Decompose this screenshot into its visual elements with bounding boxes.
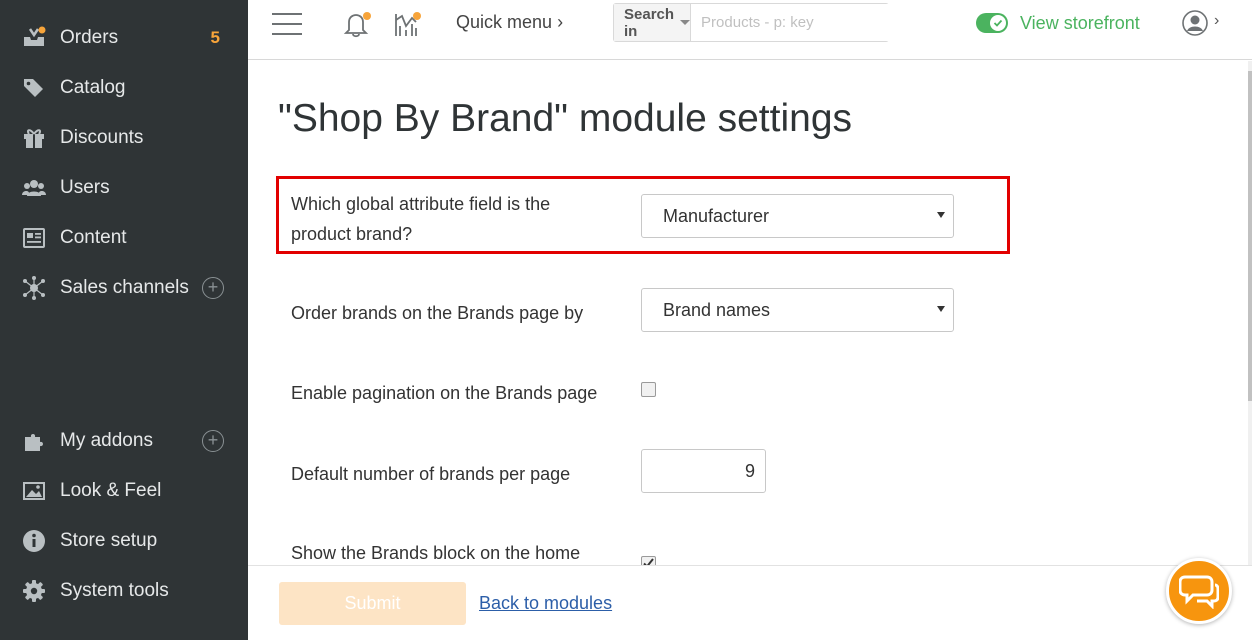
back-to-modules-link[interactable]: Back to modules [479, 593, 612, 614]
sidebar-item-label: Discounts [60, 127, 144, 148]
catalog-icon [22, 76, 46, 100]
sidebar-item-label: Users [60, 177, 110, 198]
network-icon [22, 276, 46, 300]
chevron-right-icon: › [557, 12, 564, 32]
sidebar-item-users[interactable]: Users [0, 163, 248, 213]
info-icon [22, 529, 46, 553]
footer-bar: Submit Back to modules [248, 565, 1252, 640]
chevron-down-icon [680, 20, 691, 25]
home-brands-block-checkbox[interactable] [641, 556, 656, 565]
scrollbar[interactable] [1248, 61, 1252, 565]
pagination-checkbox[interactable] [641, 382, 656, 397]
notifications-bell-icon[interactable] [343, 10, 371, 38]
dropdown-arrow-icon [937, 212, 945, 218]
scrollbar-thumb[interactable] [1248, 71, 1252, 401]
orders-icon [22, 26, 46, 50]
search-input[interactable] [691, 4, 901, 41]
check-icon [990, 15, 1006, 31]
orders-count-badge: 5 [210, 28, 220, 47]
user-profile-icon[interactable] [1182, 10, 1208, 36]
sidebar: Orders 5 Catalog Discounts Users Content… [0, 0, 248, 640]
search-bar: Search in [613, 3, 901, 42]
gear-icon [22, 579, 46, 603]
puzzle-icon [22, 429, 46, 453]
brand-field-select[interactable]: Manufacturer [641, 194, 954, 238]
sidebar-item-catalog[interactable]: Catalog [0, 63, 248, 113]
chat-button[interactable] [1166, 558, 1232, 624]
sidebar-item-label: Orders [60, 27, 119, 48]
sidebar-item-discounts[interactable]: Discounts [0, 113, 248, 163]
chevron-right-icon[interactable]: › [1214, 12, 1219, 30]
add-addon-icon[interactable]: + [202, 430, 224, 452]
gift-icon [22, 126, 46, 150]
submit-button[interactable]: Submit [279, 582, 466, 625]
sidebar-item-store-setup[interactable]: Store setup [0, 516, 248, 566]
order-brands-label: Order brands on the Brands page by [291, 303, 584, 323]
brand-field-label: Which global attribute field is the prod… [291, 194, 551, 244]
menu-icon[interactable] [272, 11, 302, 37]
sidebar-item-label: Store setup [60, 530, 158, 551]
users-icon [22, 176, 46, 200]
sidebar-item-look-and-feel[interactable]: Look & Feel [0, 466, 248, 516]
main-content: "Shop By Brand" module settings Which gl… [248, 61, 1248, 565]
content-icon [22, 226, 46, 250]
sidebar-item-label: My addons [60, 430, 153, 451]
dropdown-arrow-icon [937, 306, 945, 312]
storefront-toggle[interactable] [976, 13, 1008, 33]
brands-per-page-input[interactable] [641, 449, 766, 493]
sidebar-item-system-tools[interactable]: System tools [0, 566, 248, 616]
analytics-icon[interactable] [393, 10, 421, 38]
sidebar-item-label: Sales channels [60, 277, 189, 298]
topbar: Quick menu › Search in View storefront › [248, 0, 1252, 60]
sidebar-item-label: Content [60, 227, 127, 248]
chat-icon [1179, 575, 1219, 609]
brands-per-page-label: Default number of brands per page [291, 464, 571, 484]
sidebar-item-sales-channels[interactable]: Sales channels + [0, 263, 248, 313]
sidebar-item-content[interactable]: Content [0, 213, 248, 263]
pagination-label: Enable pagination on the Brands page [291, 383, 598, 403]
page-title: "Shop By Brand" module settings [278, 97, 853, 140]
sidebar-item-orders[interactable]: Orders 5 [0, 13, 248, 63]
sidebar-item-my-addons[interactable]: My addons + [0, 416, 248, 466]
home-brands-block-label: Show the Brands block on the home [291, 543, 581, 563]
order-brands-select[interactable]: Brand names [641, 288, 954, 332]
add-sales-channel-icon[interactable]: + [202, 277, 224, 299]
sidebar-item-label: Look & Feel [60, 480, 162, 501]
sidebar-item-label: Catalog [60, 77, 126, 98]
quick-menu[interactable]: Quick menu › [456, 12, 563, 33]
view-storefront-link[interactable]: View storefront [1020, 13, 1140, 34]
search-scope-select[interactable]: Search in [614, 4, 692, 41]
image-icon [22, 479, 46, 503]
sidebar-item-label: System tools [60, 580, 169, 601]
